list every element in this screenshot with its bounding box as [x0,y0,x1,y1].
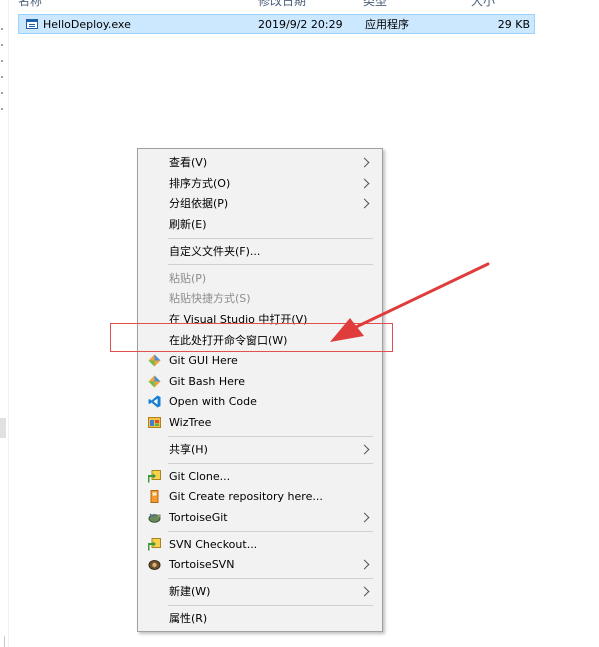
menu-item-label: Open with Code [169,395,257,408]
menu-item-git-clone[interactable]: Git Clone... [140,466,380,487]
file-row-hellodeploy[interactable]: HelloDeploy.exe 2019/9/2 20:29 应用程序 29 K… [18,14,535,34]
menu-separator [168,605,373,606]
menu-item-label: WizTree [169,416,212,429]
menu-item-label: 刷新(E) [169,218,207,231]
file-size: 29 KB [497,18,530,31]
menu-item-tortoisesvn[interactable]: TortoiseSVN [140,554,380,575]
menu-item-sort-by[interactable]: 排序方式(O) [140,173,380,194]
git-clone-icon [148,470,161,483]
menu-item-label: Git GUI Here [169,354,238,367]
file-name: HelloDeploy.exe [43,18,131,31]
menu-separator [168,238,373,239]
chevron-right-icon [359,512,370,523]
menu-item-label: Git Clone... [169,470,231,483]
context-menu: 查看(V) 排序方式(O) 分组依据(P) 刷新(E) 自定义文件夹(F)...… [137,148,383,632]
chevron-right-icon [359,157,370,168]
menu-item-label: Git Bash Here [169,375,245,388]
menu-item-svn-checkout[interactable]: SVN Checkout... [140,534,380,555]
tortoisesvn-icon [148,560,161,570]
menu-item-git-create-repository[interactable]: Git Create repository here... [140,486,380,507]
chevron-right-icon [359,444,370,455]
menu-item-label: 查看(V) [169,156,208,169]
menu-separator [168,463,373,464]
menu-item-label: 自定义文件夹(F)... [169,245,261,258]
navigation-divider [4,636,5,647]
menu-item-properties[interactable]: 属性(R) [140,608,380,629]
menu-item-group-by[interactable]: 分组依据(P) [140,193,380,214]
navigation-pane-markers [1,28,5,124]
tortoisegit-icon [148,513,161,523]
menu-item-label: 属性(R) [169,612,208,625]
menu-separator [168,578,373,579]
menu-item-open-with-code[interactable]: Open with Code [140,391,380,412]
chevron-right-icon [359,178,370,189]
chevron-right-icon [359,559,370,570]
menu-item-git-gui[interactable]: Git GUI Here [140,350,380,371]
menu-item-refresh[interactable]: 刷新(E) [140,214,380,235]
menu-item-label: TortoiseGit [169,511,228,524]
column-header-name[interactable]: 名称 [18,0,42,9]
menu-item-tortoisegit[interactable]: TortoiseGit [140,507,380,528]
column-header-modified[interactable]: 修改日期 [258,0,306,9]
menu-item-label: 粘贴快捷方式(S) [169,292,251,305]
column-header-type[interactable]: 类型 [363,0,387,9]
menu-item-git-bash[interactable]: Git Bash Here [140,371,380,392]
menu-separator [168,531,373,532]
git-diamond-icon [148,354,161,367]
menu-item-label: 新建(W) [169,585,211,598]
file-modified: 2019/9/2 20:29 [258,18,343,31]
menu-item-label: 共享(H) [169,443,208,456]
column-header-row: 名称 修改日期 类型 大小 [12,0,542,9]
menu-item-label: 分组依据(P) [169,197,229,210]
menu-item-customize-folder[interactable]: 自定义文件夹(F)... [140,241,380,262]
column-header-size[interactable]: 大小 [471,0,495,9]
chevron-right-icon [359,586,370,597]
annotation-arrow-icon [330,262,490,342]
menu-item-label: TortoiseSVN [169,558,235,571]
svn-checkout-icon [148,538,161,551]
menu-item-view[interactable]: 查看(V) [140,152,380,173]
git-diamond-icon [148,375,161,388]
menu-separator [168,436,373,437]
chevron-right-icon [359,198,370,209]
menu-item-label: 粘贴(P) [169,272,207,285]
menu-item-share[interactable]: 共享(H) [140,439,380,460]
wiztree-icon [148,417,161,428]
navigation-scrollbar[interactable] [0,418,6,438]
menu-item-label: Git Create repository here... [169,490,323,503]
exe-icon [26,19,38,29]
file-type: 应用程序 [365,18,409,31]
menu-item-label: 排序方式(O) [169,177,231,190]
menu-item-label: SVN Checkout... [169,538,258,551]
vscode-icon [148,395,161,408]
menu-item-wiztree[interactable]: WizTree [140,412,380,433]
menu-item-new[interactable]: 新建(W) [140,581,380,602]
git-create-repo-icon [150,490,159,503]
